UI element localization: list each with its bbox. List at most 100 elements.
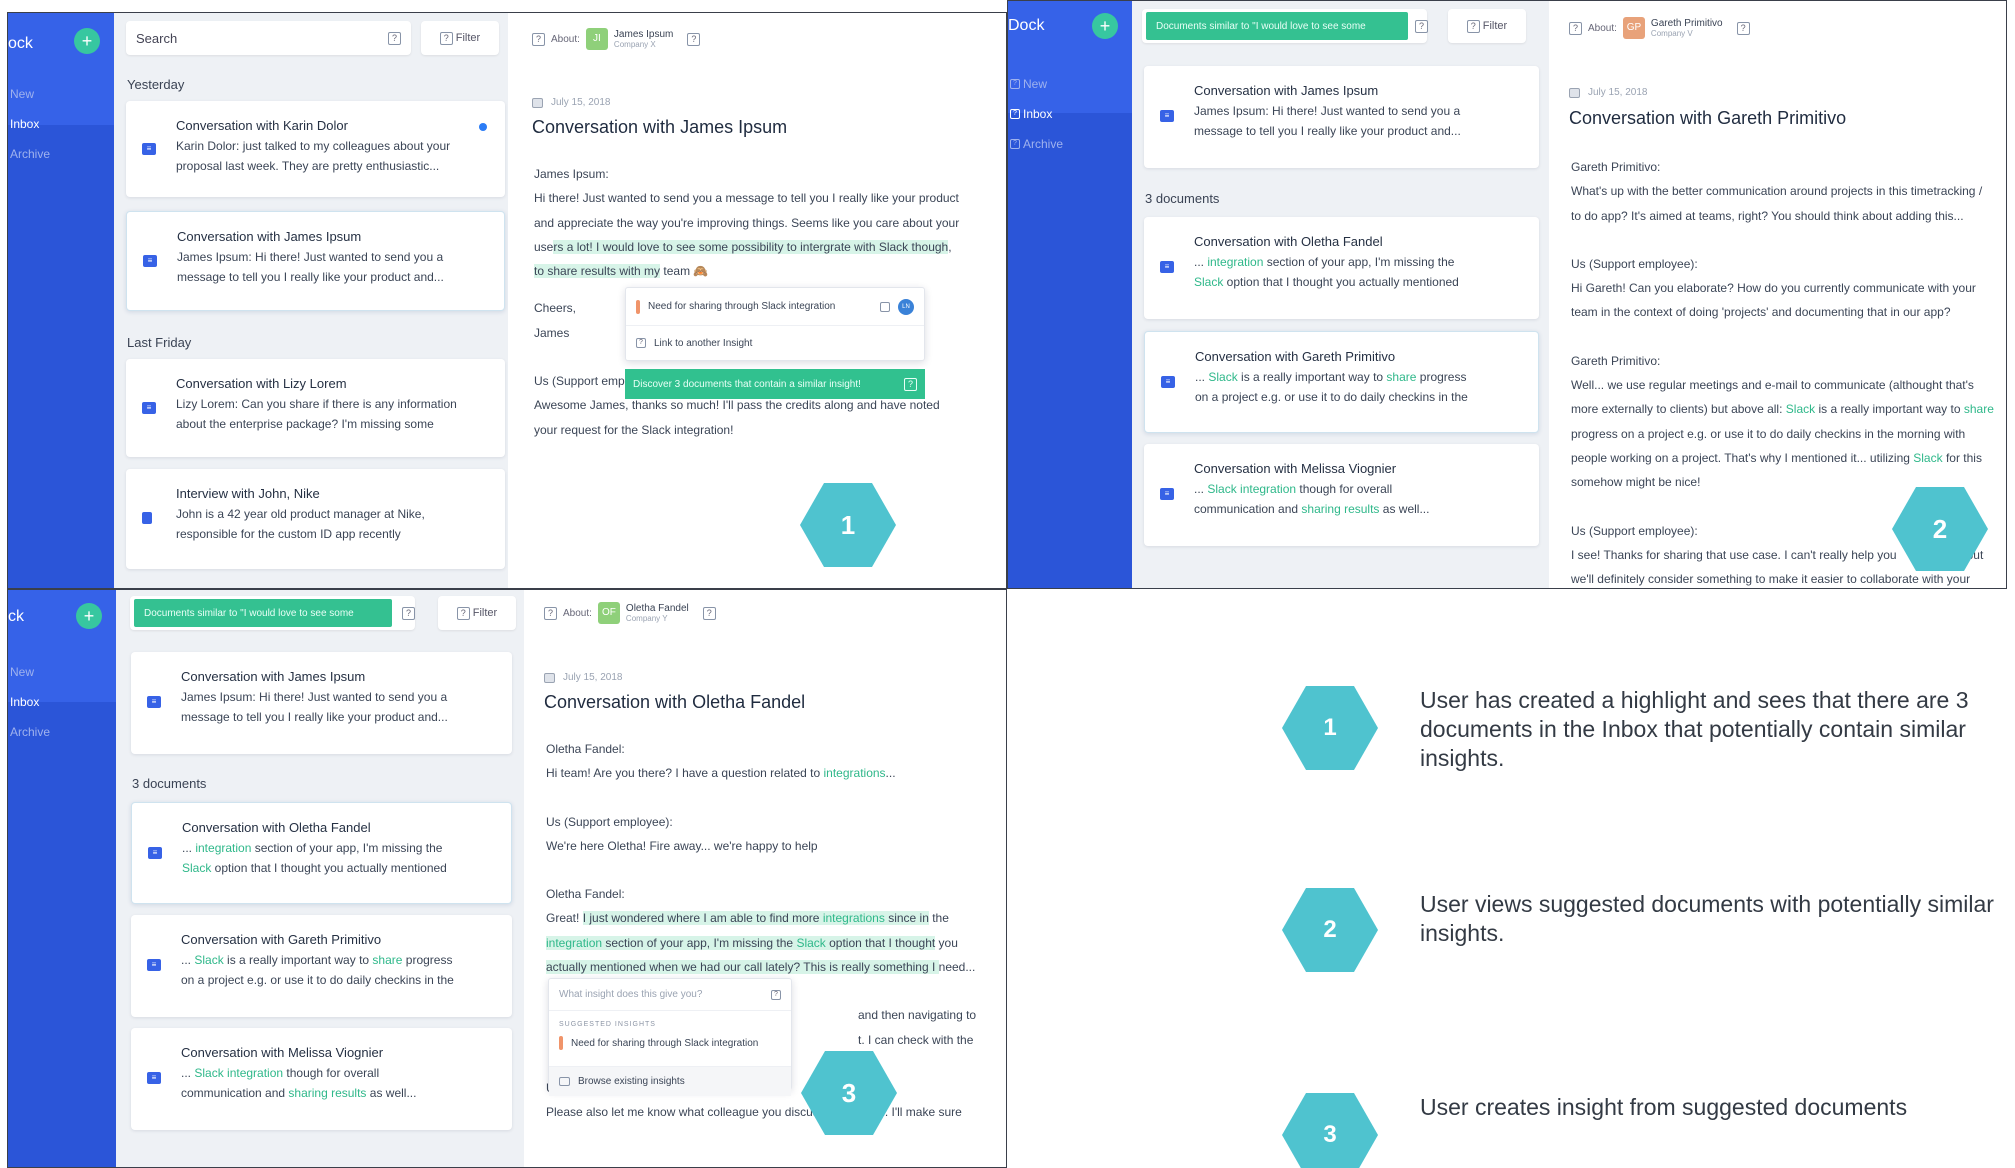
list-item[interactable]: ≡ Conversation with Karin Dolor Karin Do… — [126, 101, 505, 197]
insight-color-tag — [636, 299, 640, 314]
text-highlight[interactable]: rs a lot! I would love to see some possi… — [553, 239, 949, 254]
suggested-insight[interactable]: Need for sharing through Slack integrati… — [571, 1038, 758, 1049]
chat-icon: ≡ — [148, 847, 162, 859]
sidebar-nav: New Inbox Archive — [8, 79, 114, 169]
list-item[interactable]: ≡ Conversation with James Ipsum James Ip… — [131, 652, 512, 754]
calendar-icon — [544, 672, 555, 683]
document-icon — [142, 512, 152, 524]
about-contact[interactable]: ? About: OF Oletha Fandel Company Y ? — [544, 602, 716, 624]
nav-item-new[interactable]: New — [10, 79, 114, 109]
help-icon[interactable]: ? — [402, 607, 415, 620]
text-highlight[interactable]: to share results with my — [534, 264, 661, 279]
document-detail: ? About: JI James Ipsum Company X ? July … — [508, 13, 1006, 588]
document-list: Search ? ? Filter Yesterday ≡ Conversatio… — [114, 13, 508, 588]
document-date: July 15, 2018 — [1569, 87, 1648, 98]
insight-color-tag — [559, 1036, 563, 1050]
similar-filter-chip[interactable]: Documents similar to "I would love to se… — [134, 599, 392, 627]
avatar: GP — [1622, 17, 1645, 39]
nav-item-new[interactable]: ? New — [1010, 69, 1132, 99]
list-item-selected[interactable]: ≡ Conversation with Oletha Fandel ... in… — [131, 802, 512, 904]
chat-icon: ≡ — [1160, 110, 1174, 122]
about-contact[interactable]: ? About: JI James Ipsum Company X ? — [532, 28, 701, 50]
person-icon: ? — [1569, 21, 1582, 35]
nav-item-inbox[interactable]: ? Inbox — [1010, 99, 1132, 129]
chat-icon: ≡ — [142, 143, 156, 155]
discover-similar-banner[interactable]: Discover 3 documents that contain a simi… — [625, 369, 925, 399]
filter-button[interactable]: ? Filter — [1448, 9, 1526, 43]
help-icon[interactable]: ? — [904, 377, 917, 391]
person-icon: ? — [532, 32, 545, 46]
list-item-selected[interactable]: ≡ Conversation with Gareth Primitivo ...… — [1144, 331, 1539, 433]
browse-insights-option[interactable]: Browse existing insights — [578, 1076, 685, 1087]
document-detail: ? About: GP Gareth Primitivo Company V ? … — [1549, 1, 2006, 588]
list-item[interactable]: ≡ Conversation with Oletha Fandel ... in… — [1144, 217, 1539, 319]
list-item[interactable]: ≡ Conversation with Melissa Viognier ...… — [1144, 444, 1539, 546]
chat-icon: ≡ — [1160, 488, 1174, 500]
sidebar: ock + New Inbox Archive — [8, 13, 114, 588]
nav-item-archive[interactable]: Archive — [10, 139, 114, 169]
avatar: LN — [898, 298, 914, 315]
unread-dot — [479, 123, 487, 131]
page-title: Conversation with Oletha Fandel — [544, 692, 806, 712]
calendar-icon — [1569, 87, 1580, 98]
nav-item-archive[interactable]: Archive — [10, 717, 116, 747]
nav-item-inbox[interactable]: Inbox — [10, 687, 116, 717]
document-date: July 15, 2018 — [532, 97, 611, 108]
legend-text: User has created a highlight and sees th… — [1420, 687, 1969, 771]
sidebar: Dock + ? New ? Inbox ? Archive — [1008, 1, 1132, 588]
search-input[interactable]: Search ? — [126, 21, 411, 55]
step-badge: 1 — [800, 483, 896, 567]
similar-filter-chip[interactable]: Documents similar to "I would love to se… — [1146, 12, 1408, 40]
app-logo: ck — [8, 608, 24, 625]
sidebar-nav: ? New ? Inbox ? Archive — [1008, 69, 1132, 159]
filter-button[interactable]: ? Filter — [438, 596, 516, 630]
help-icon[interactable]: ? — [1415, 20, 1428, 33]
help-icon[interactable]: ? — [1736, 21, 1750, 35]
legend-text: User creates insight from suggested docu… — [1420, 1094, 1908, 1120]
help-icon[interactable]: ? — [388, 31, 401, 45]
avatar: JI — [585, 28, 608, 50]
link-insight-option[interactable]: Link to another Insight — [654, 338, 752, 349]
list-item[interactable]: ≡ Conversation with Gareth Primitivo ...… — [131, 915, 512, 1017]
person-icon: ? — [544, 606, 557, 620]
section-label: Last Friday — [127, 335, 192, 350]
section-label: 3 documents — [1145, 191, 1220, 206]
chat-icon: ≡ — [147, 696, 161, 708]
help-icon[interactable]: ? — [771, 989, 781, 1000]
insight-input[interactable]: What insight does this give you? — [559, 989, 702, 1000]
nav-item-new[interactable]: New — [10, 657, 116, 687]
help-icon[interactable]: ? — [702, 606, 716, 620]
list-item[interactable]: Interview with John, Nike John is a 42 y… — [126, 469, 505, 569]
page-title: Conversation with James Ipsum — [532, 117, 788, 137]
filter-button[interactable]: ? Filter — [421, 21, 499, 55]
create-insight-popup: What insight does this give you? ? SUGGE… — [548, 978, 792, 1096]
about-contact[interactable]: ? About: GP Gareth Primitivo Company V ? — [1569, 17, 1750, 39]
list-item[interactable]: ≡ Conversation with James Ipsum James Ip… — [1144, 66, 1539, 168]
document-date: July 15, 2018 — [544, 672, 623, 683]
legend-text: User views suggested documents with pote… — [1420, 891, 1994, 946]
list-item[interactable]: ≡ Conversation with Melissa Viognier ...… — [131, 1028, 512, 1130]
calendar-icon — [532, 97, 543, 108]
screenshot-panel-1: ock + New Inbox Archive Search ? ? Filter… — [7, 12, 1007, 589]
screenshot-panel-2: Dock + ? New ? Inbox ? Archive Documents si… — [1007, 0, 2007, 589]
nav-item-inbox[interactable]: Inbox — [10, 109, 114, 139]
filter-icon: ? — [1466, 19, 1480, 33]
filter-icon: ? — [439, 31, 453, 45]
nav-item-archive[interactable]: ? Archive — [1010, 129, 1132, 159]
book-icon[interactable] — [880, 301, 890, 312]
list-item-selected[interactable]: ≡ Conversation with James Ipsum James Ip… — [126, 211, 505, 311]
add-button[interactable]: + — [76, 603, 102, 629]
document-list: Documents similar to "I would love to se… — [116, 590, 524, 1167]
sidebar-nav: New Inbox Archive — [8, 657, 116, 747]
add-button[interactable]: + — [74, 28, 100, 54]
filter-icon: ? — [456, 606, 470, 620]
screenshot-panel-3: ck + New Inbox Archive Documents similar… — [7, 589, 1007, 1168]
list-item[interactable]: ≡ Conversation with Lizy Lorem Lizy Lore… — [126, 359, 505, 457]
help-icon[interactable]: ? — [687, 32, 701, 46]
insight-option[interactable]: Need for sharing through Slack integrati… — [648, 301, 872, 312]
add-button[interactable]: + — [1092, 13, 1118, 39]
sidebar: ck + New Inbox Archive — [8, 590, 116, 1167]
app-logo: ock — [8, 35, 33, 52]
legend-badge: 2 — [1282, 888, 1378, 972]
page-title: Conversation with Gareth Primitivo — [1569, 108, 1847, 128]
